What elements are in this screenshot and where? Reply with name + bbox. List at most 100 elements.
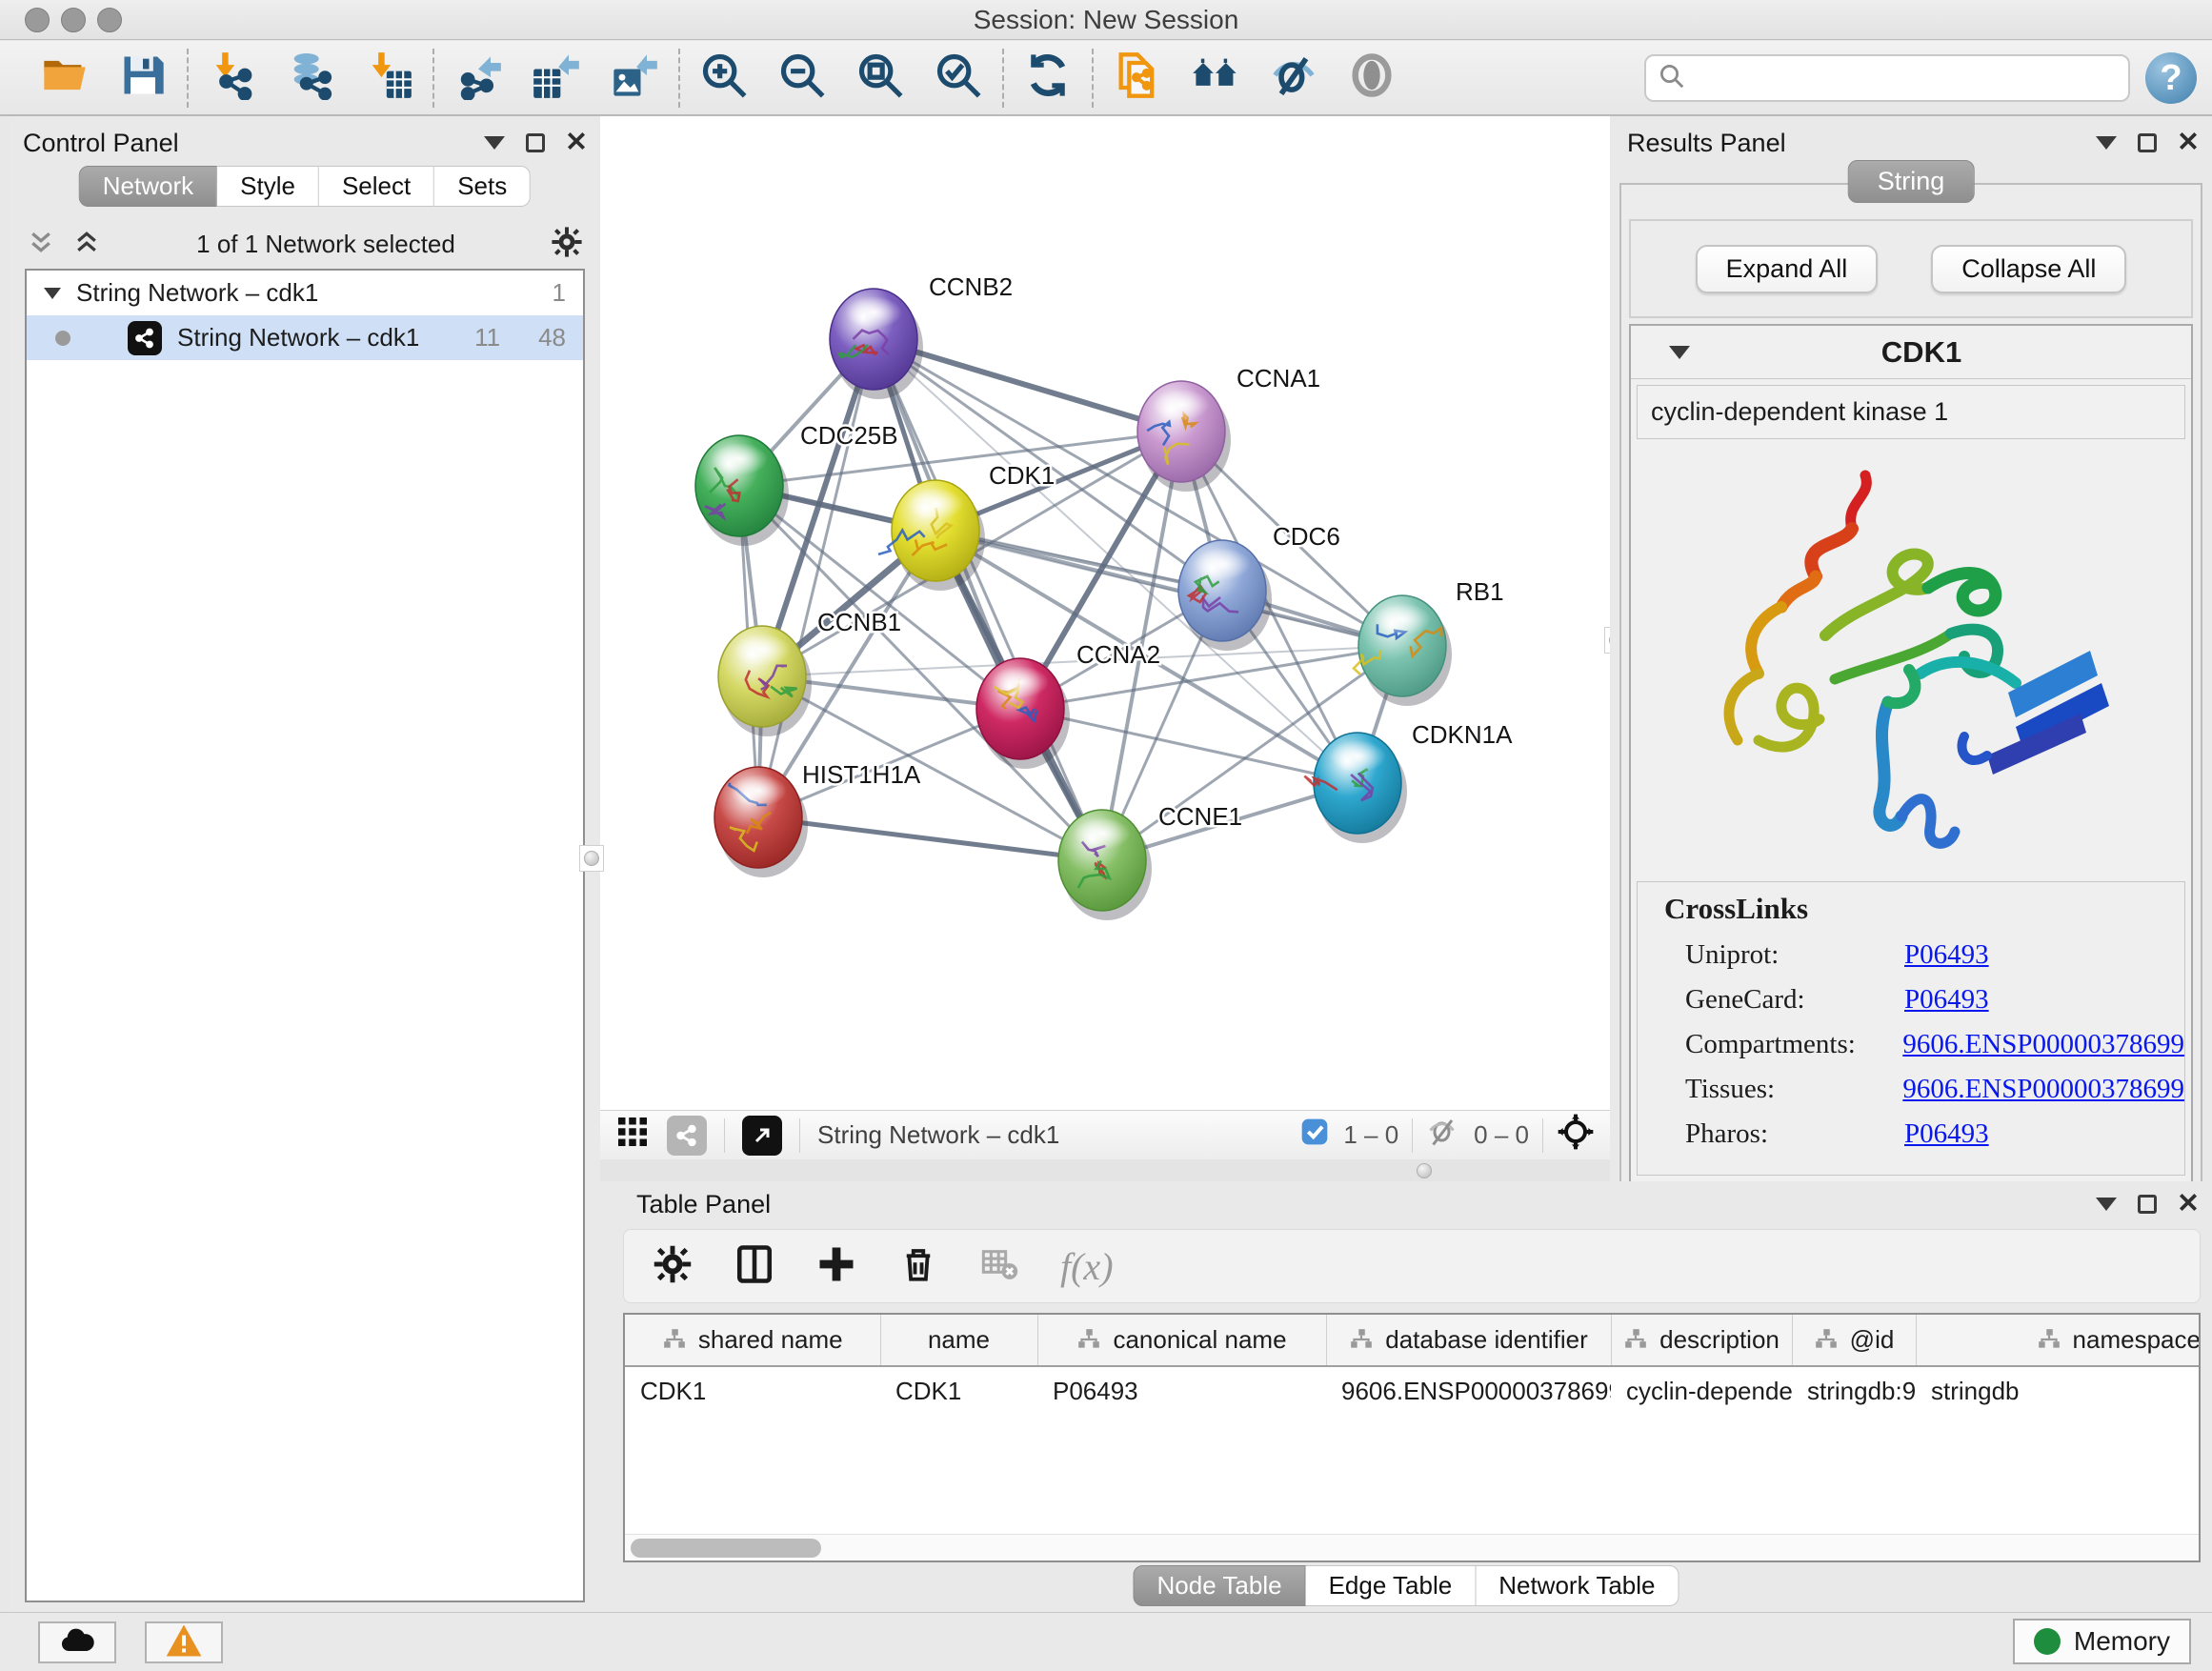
crosslink-value-link[interactable]: 9606.ENSP00000378699	[1902, 1074, 2184, 1105]
crosslink-value-link[interactable]: P06493	[1904, 984, 1989, 1016]
collapse-all-button[interactable]: Collapse All	[1931, 245, 2126, 293]
close-panel-icon[interactable]	[566, 129, 587, 158]
crosslink-value-link[interactable]: P06493	[1904, 1118, 1989, 1150]
memory-button[interactable]: Memory	[2013, 1619, 2191, 1664]
clone-network-button[interactable]	[1113, 53, 1162, 103]
open-in-new-window-icon[interactable]	[742, 1116, 782, 1156]
network-row[interactable]: String Network – cdk1 11 48	[27, 315, 583, 360]
table-settings-gear-icon[interactable]	[653, 1244, 693, 1289]
save-session-button[interactable]	[118, 53, 168, 103]
column-header-namespace[interactable]: namespace	[1916, 1315, 2201, 1366]
network-edge[interactable]	[758, 817, 1102, 860]
network-options-gear-icon[interactable]	[551, 226, 583, 263]
table-cell[interactable]: CDK1	[625, 1366, 880, 1416]
apply-layout-button[interactable]	[1023, 53, 1073, 103]
open-session-button[interactable]	[40, 53, 90, 103]
tab-network[interactable]: Network	[79, 166, 217, 207]
delete-column-icon[interactable]	[898, 1244, 938, 1289]
zoom-selected-button[interactable]	[934, 53, 983, 103]
network-view-canvas[interactable]: CCNB2CCNA1CDC25BCDK1CDC6RB1CCNB1CCNA2CDK…	[600, 116, 1610, 1110]
delete-table-icon[interactable]	[980, 1245, 1018, 1288]
tab-sets[interactable]: Sets	[434, 166, 531, 207]
hidden-eye-icon[interactable]	[1426, 1115, 1460, 1156]
panel-menu-icon[interactable]	[484, 136, 505, 150]
add-column-icon[interactable]	[816, 1244, 856, 1289]
function-builder-button[interactable]: f(x)	[1060, 1244, 1114, 1289]
tab-node-table[interactable]: Node Table	[1134, 1565, 1306, 1606]
tab-select[interactable]: Select	[319, 166, 434, 207]
network-node-cdc25b[interactable]	[695, 435, 789, 546]
table-cell[interactable]: stringdb:9...	[1792, 1366, 1916, 1416]
column-header-shared-name[interactable]: shared name	[625, 1315, 880, 1366]
warnings-button[interactable]	[145, 1621, 223, 1663]
expand-all-networks-icon[interactable]	[72, 228, 101, 261]
network-node-ccne1[interactable]	[1058, 810, 1152, 920]
tab-edge-table[interactable]: Edge Table	[1306, 1565, 1477, 1606]
question-mark-icon: ?	[2160, 58, 2182, 99]
network-node-hist1h1a[interactable]	[714, 767, 808, 877]
tab-network-table[interactable]: Network Table	[1476, 1565, 1679, 1606]
export-network-button[interactable]	[453, 53, 503, 103]
scrollbar-thumb[interactable]	[631, 1539, 821, 1558]
network-node-cdk1[interactable]	[878, 480, 985, 591]
float-panel-icon[interactable]	[2138, 1195, 2157, 1214]
entry-collapse-icon[interactable]	[1669, 346, 1690, 359]
crosslink-value-link[interactable]: P06493	[1904, 939, 1989, 971]
zoom-fit-button[interactable]	[855, 53, 905, 103]
close-panel-icon[interactable]	[2178, 129, 2199, 158]
tab-string[interactable]: String	[1848, 160, 1975, 203]
column-header-description[interactable]: description	[1611, 1315, 1792, 1366]
import-network-file-button[interactable]	[208, 53, 257, 103]
cloud-status-button[interactable]	[38, 1621, 116, 1663]
column-header-name[interactable]: name	[880, 1315, 1037, 1366]
expand-all-button[interactable]: Expand All	[1696, 245, 1879, 293]
zoom-out-button[interactable]	[777, 53, 827, 103]
table-cell[interactable]: CDK1	[880, 1366, 1037, 1416]
table-cell[interactable]: P06493	[1037, 1366, 1326, 1416]
network-node-ccna2[interactable]	[976, 658, 1070, 769]
string-settings-button[interactable]	[1347, 53, 1397, 103]
table-cell[interactable]: cyclin-dependent ...	[1611, 1366, 1792, 1416]
show-columns-icon[interactable]	[734, 1244, 774, 1289]
crosslink-value-link[interactable]: 9606.ENSP00000378699	[1902, 1029, 2184, 1060]
float-panel-icon[interactable]	[526, 133, 545, 152]
help-button[interactable]: ?	[2145, 52, 2197, 104]
splitter-grip[interactable]	[1410, 1161, 1438, 1180]
network-share-view-icon[interactable]	[667, 1116, 707, 1156]
export-image-button[interactable]	[610, 53, 659, 103]
network-collection-row[interactable]: String Network – cdk1 1	[27, 271, 583, 315]
birds-eye-view-icon[interactable]	[1557, 1113, 1595, 1158]
zoom-in-button[interactable]	[699, 53, 749, 103]
toolbar-search[interactable]	[1644, 54, 2130, 102]
network-node-ccna1[interactable]	[1137, 381, 1231, 492]
table-row[interactable]: CDK1CDK1P064939606.ENSP00000378699cyclin…	[625, 1366, 2201, 1416]
string-home-button[interactable]	[1191, 53, 1240, 103]
table-horizontal-scrollbar[interactable]	[625, 1534, 2199, 1560]
collapse-all-networks-icon[interactable]	[27, 228, 55, 261]
search-input[interactable]	[1686, 63, 2117, 94]
panel-menu-icon[interactable]	[2096, 136, 2117, 150]
collection-expand-icon[interactable]	[44, 288, 61, 299]
splitter-grip[interactable]	[579, 845, 604, 872]
import-table-button[interactable]	[364, 53, 413, 103]
network-edge[interactable]	[1020, 709, 1357, 783]
network-node-cdc6[interactable]	[1178, 540, 1272, 651]
enhanced-labels-button[interactable]	[1269, 53, 1318, 103]
column-header--id[interactable]: @id	[1792, 1315, 1916, 1366]
table-cell[interactable]: stringdb	[1916, 1366, 2201, 1416]
table-cell[interactable]: 9606.ENSP00000378699	[1326, 1366, 1611, 1416]
column-header-canonical-name[interactable]: canonical name	[1037, 1315, 1326, 1366]
selected-checkbox-icon[interactable]	[1299, 1117, 1330, 1154]
tab-style[interactable]: Style	[217, 166, 319, 207]
export-table-button[interactable]	[532, 53, 581, 103]
grid-view-icon[interactable]	[615, 1115, 650, 1156]
float-panel-icon[interactable]	[2138, 133, 2157, 152]
panel-menu-icon[interactable]	[2096, 1198, 2117, 1211]
network-node-ccnb2[interactable]	[830, 289, 923, 399]
column-header-database-identifier[interactable]: database identifier	[1326, 1315, 1611, 1366]
window-title: Session: New Session	[0, 5, 2212, 35]
close-panel-icon[interactable]	[2178, 1190, 2199, 1219]
crosslink-label: Compartments:	[1685, 1029, 1902, 1060]
zoom-fit-icon	[855, 50, 905, 105]
import-network-from-database-button[interactable]	[286, 53, 335, 103]
